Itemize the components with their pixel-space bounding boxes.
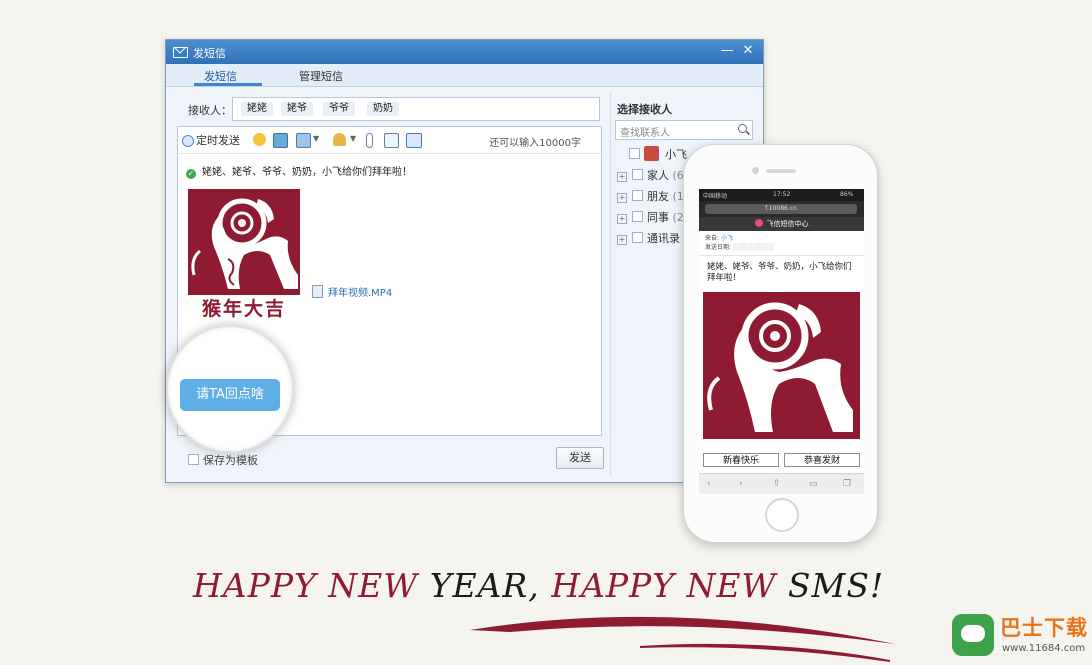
recipient-chip[interactable]: 姥姥 xyxy=(241,102,273,116)
share-icon[interactable]: ⇧ xyxy=(773,479,781,489)
recipients-label: 接收人： xyxy=(188,104,232,117)
screenshot-icon[interactable] xyxy=(296,133,311,148)
phone-status-bar: 中国移动 17:52 86% xyxy=(699,189,864,201)
checkbox[interactable] xyxy=(632,211,643,222)
fetion-logo-icon xyxy=(754,219,763,227)
checkbox[interactable] xyxy=(188,454,199,465)
contact-item-self[interactable]: 小飞 xyxy=(629,146,687,162)
browser-url-bar[interactable]: f.10086.cn xyxy=(699,201,864,217)
chevron-down-icon[interactable]: ▼ xyxy=(350,134,356,143)
recipients-field[interactable]: 姥姥 姥爷 爷爷 奶奶 xyxy=(232,97,600,121)
reply-request-button[interactable]: 请TA回点啥 xyxy=(180,379,280,411)
expand-icon[interactable]: + xyxy=(617,235,627,245)
close-button[interactable]: ✕ xyxy=(739,43,757,58)
video-file-icon xyxy=(312,285,323,298)
reply-option-button[interactable]: 新春快乐 xyxy=(703,453,779,467)
bookmarks-icon[interactable]: ▭ xyxy=(809,479,818,489)
greeting-card-image[interactable]: 猴年大吉 xyxy=(188,189,300,323)
tab-send-sms[interactable]: 发短信 xyxy=(204,68,237,84)
sender-name[interactable]: 小飞 xyxy=(721,235,733,242)
book-icon[interactable] xyxy=(406,133,422,148)
send-button[interactable]: 发送 xyxy=(556,447,604,469)
group-item-address-book[interactable]: + 通讯录 xyxy=(617,230,680,246)
back-icon[interactable]: ‹ xyxy=(707,479,711,489)
emoji-icon[interactable] xyxy=(253,133,266,146)
image-icon[interactable] xyxy=(273,133,288,148)
contact-search-input[interactable]: 查找联系人 xyxy=(615,120,753,140)
mail-icon xyxy=(173,47,188,58)
video-attachment-link[interactable]: 拜年视频.MP4 xyxy=(312,284,392,299)
tabs-icon[interactable]: ❐ xyxy=(843,479,851,489)
url-field[interactable]: f.10086.cn xyxy=(705,204,857,214)
phone-screen: 中国移动 17:52 86% f.10086.cn 飞信短信中心 来自: 小飞 … xyxy=(699,189,864,494)
phone-reply-buttons: 新春快乐 恭喜发财 xyxy=(703,453,860,467)
app-header: 飞信短信中心 xyxy=(699,217,864,231)
browser-toolbar: ‹ › ⇧ ▭ ❐ xyxy=(699,473,864,494)
checkbox[interactable] xyxy=(629,148,640,159)
phone-message-text: 姥姥、姥爷、爷爷、奶奶，小飞给你们拜年啦！ xyxy=(707,262,852,283)
minimize-button[interactable]: — xyxy=(718,43,736,58)
phone-monkey-image xyxy=(703,292,860,439)
expand-icon[interactable]: + xyxy=(617,193,627,203)
expand-icon[interactable]: + xyxy=(617,214,627,224)
checkbox[interactable] xyxy=(632,190,643,201)
expand-icon[interactable]: + xyxy=(617,172,627,182)
contact-card-icon[interactable] xyxy=(333,133,346,146)
group-item-colleagues[interactable]: + 同事 (2 xyxy=(617,209,684,225)
tab-bar: 发短信 管理短信 xyxy=(166,64,763,87)
tab-manage-sms[interactable]: 管理短信 xyxy=(299,68,343,84)
editor-toolbar: 定时发送 ▼ ▼ 还可以输入10000字 xyxy=(178,127,601,154)
save-template-checkbox[interactable]: 保存为模板 xyxy=(188,452,258,468)
monkey-papercut-image xyxy=(188,189,300,295)
watermark-url: www.11684.com xyxy=(1002,643,1086,654)
forward-icon[interactable]: › xyxy=(739,479,743,489)
message-text: ✓ 姥姥、姥爷、爷爷、奶奶，小飞给你们拜年啦！ xyxy=(186,167,412,179)
watermark-brand: 巴士下载 xyxy=(1000,616,1088,640)
chevron-down-icon[interactable]: ▼ xyxy=(313,134,319,143)
slogan: HAPPY NEW YEAR, HAPPY NEW SMS! xyxy=(193,566,885,605)
phone-speaker xyxy=(766,169,796,173)
phone-camera xyxy=(752,167,759,174)
recipient-chip[interactable]: 爷爷 xyxy=(323,102,355,116)
home-button[interactable] xyxy=(765,498,799,532)
phone-mockup: 中国移动 17:52 86% f.10086.cn 飞信短信中心 来自: 小飞 … xyxy=(683,144,878,543)
template-icon[interactable] xyxy=(384,133,399,148)
contacts-panel-title: 选择接收人 xyxy=(617,103,672,116)
checkbox[interactable] xyxy=(632,232,643,243)
attachment-icon[interactable] xyxy=(366,133,373,148)
character-counter: 还可以输入10000字 xyxy=(489,138,581,149)
checkbox[interactable] xyxy=(632,169,643,180)
message-meta: 来自: 小飞 发送日期: ░░░░░░░░░ xyxy=(699,231,864,256)
magnifier-bubble: 请TA回点啥 xyxy=(166,325,294,453)
window-title: 发短信 xyxy=(193,47,226,60)
check-icon: ✓ xyxy=(186,169,196,179)
group-item-family[interactable]: + 家人 (6) xyxy=(617,167,688,183)
group-item-friends[interactable]: + 朋友 (12 xyxy=(617,188,691,204)
schedule-send-button[interactable]: 定时发送 xyxy=(196,132,240,148)
recipient-chip[interactable]: 姥爷 xyxy=(281,102,313,116)
active-tab-indicator xyxy=(194,83,262,86)
card-caption: 猴年大吉 xyxy=(201,298,286,320)
title-bar: 发短信 — ✕ xyxy=(166,40,763,64)
avatar xyxy=(644,146,659,161)
watermark: 巴士下载 www.11684.com xyxy=(952,612,1090,662)
clock-icon[interactable] xyxy=(182,135,194,147)
recipient-chip[interactable]: 奶奶 xyxy=(367,102,399,116)
site-logo-icon xyxy=(952,614,994,656)
decorative-swoosh xyxy=(470,616,895,662)
search-icon[interactable] xyxy=(738,124,747,133)
reply-option-button[interactable]: 恭喜发财 xyxy=(784,453,860,467)
